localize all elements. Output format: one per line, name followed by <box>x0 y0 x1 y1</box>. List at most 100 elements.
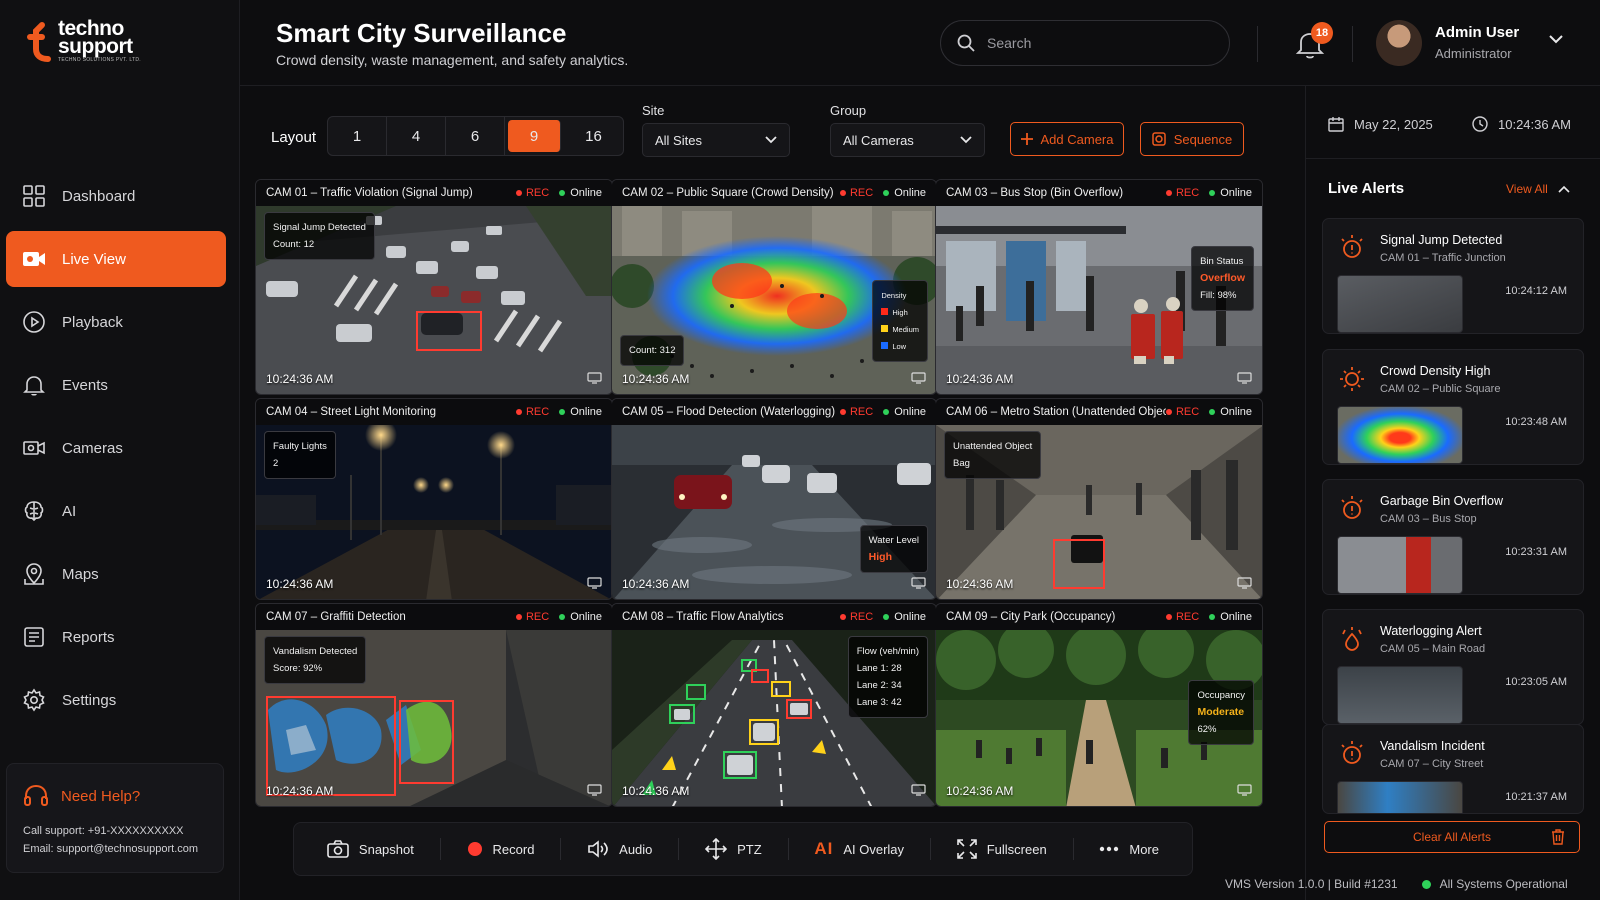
rec-indicator: REC <box>516 187 549 199</box>
ai-overlay-button[interactable]: AI AI Overlay <box>814 839 904 859</box>
sidebar-item-events[interactable]: Events <box>6 357 226 413</box>
monitor-icon[interactable] <box>911 577 926 589</box>
chevron-down-icon <box>960 136 972 144</box>
record-button[interactable]: Record <box>467 841 534 857</box>
camera-tile[interactable]: CAM 04 – Street Light Monitoring REC Onlin… <box>255 398 613 600</box>
sidebar-item-dashboard[interactable]: Dashboard <box>6 168 226 224</box>
sidebar-item-maps[interactable]: Maps <box>6 546 226 602</box>
sidebar-item-settings[interactable]: Settings <box>6 672 226 728</box>
monitor-icon[interactable] <box>587 372 602 384</box>
camera-header: CAM 09 – City Park (Occupancy) REC Online <box>936 604 1262 630</box>
brand-logo[interactable]: techno support TECHNO SOLUTIONS PVT. LTD… <box>26 18 141 64</box>
layout-option-4[interactable]: 4 <box>387 117 446 155</box>
layout-option-1[interactable]: 1 <box>328 117 387 155</box>
alert-item[interactable]: Signal Jump Detected CAM 01 – Traffic Ju… <box>1322 218 1584 334</box>
site-select[interactable]: All Sites <box>642 123 790 157</box>
online-indicator: Online <box>559 611 602 623</box>
camera-name: CAM 01 – Traffic Violation (Signal Jump) <box>266 187 473 199</box>
more-button[interactable]: More <box>1099 842 1159 857</box>
chevron-down-icon[interactable] <box>1548 34 1564 44</box>
help-email[interactable]: Email: support@technosupport.com <box>23 840 207 858</box>
overlay-info: Vandalism Detected Score: 92% <box>264 636 367 684</box>
sidebar-item-cameras[interactable]: Cameras <box>6 420 226 476</box>
search-box[interactable] <box>940 20 1230 66</box>
alert-siren-icon <box>1341 741 1363 764</box>
search-input[interactable] <box>987 35 1207 51</box>
camera-tile[interactable]: CAM 02 – Public Square (Crowd Density) RE… <box>611 179 937 395</box>
sidebar-item-label: Dashboard <box>62 187 136 205</box>
logo-tagline: TECHNO SOLUTIONS PVT. LTD. <box>58 57 141 63</box>
fullscreen-label: Fullscreen <box>986 841 1047 857</box>
user-role: Administrator <box>1435 46 1512 61</box>
add-camera-button[interactable]: Add Camera <box>1010 122 1124 156</box>
view-all-link[interactable]: View All <box>1506 182 1570 196</box>
online-indicator: Online <box>1209 406 1252 418</box>
fullscreen-button[interactable]: Fullscreen <box>956 839 1047 859</box>
layout-option-16[interactable]: 16 <box>564 117 623 155</box>
camera-tile[interactable]: CAM 03 – Bus Stop (Bin Overflow) REC Onlin… <box>935 179 1263 395</box>
alert-item[interactable]: Garbage Bin Overflow CAM 03 – Bus Stop 1… <box>1322 479 1584 595</box>
control-divider <box>1072 838 1074 860</box>
monitor-icon[interactable] <box>1237 577 1252 589</box>
headset-icon <box>24 784 48 806</box>
sequence-button[interactable]: Sequence <box>1140 122 1244 156</box>
monitor-icon[interactable] <box>587 784 602 796</box>
alert-time: 10:23:05 AM <box>1505 676 1567 688</box>
monitor-icon[interactable] <box>587 577 602 589</box>
sidebar-item-ai[interactable]: AI <box>6 483 226 539</box>
camera-name: CAM 07 – Graffiti Detection <box>266 611 406 623</box>
camera-tile[interactable]: CAM 06 – Metro Station (Unattended Objec… <box>935 398 1263 600</box>
camera-tile[interactable]: CAM 08 – Traffic Flow Analytics REC Online… <box>611 603 937 807</box>
avatar[interactable] <box>1376 20 1422 66</box>
speaker-icon <box>588 840 608 858</box>
help-card: Need Help? Call support: +91-XXXXXXXXXX … <box>6 763 224 873</box>
online-indicator: Online <box>883 611 926 623</box>
camera-header: CAM 04 – Street Light Monitoring REC Onlin… <box>256 399 612 425</box>
camera-tile[interactable]: CAM 09 – City Park (Occupancy) REC Online … <box>935 603 1263 807</box>
overlay-line: Fill: 98% <box>1200 290 1237 301</box>
camera-header: CAM 06 – Metro Station (Unattended Objec… <box>936 399 1262 425</box>
grid-icon <box>22 184 46 208</box>
overlay-info: Faulty Lights 2 <box>264 431 336 479</box>
group-select[interactable]: All Cameras <box>830 123 985 157</box>
camera-timestamp: 10:24:36 AM <box>946 372 1014 386</box>
overlay-line: Count: 312 <box>629 345 676 356</box>
alert-item[interactable]: Waterlogging Alert CAM 05 – Main Road 10… <box>1322 609 1584 725</box>
user-name[interactable]: Admin User <box>1435 24 1519 41</box>
alert-thumbnail <box>1337 781 1463 813</box>
view-toolbar: Layout 1 4 6 9 16 Site All Sites Group A… <box>240 86 1275 176</box>
sidebar-item-reports[interactable]: Reports <box>6 609 226 665</box>
help-title[interactable]: Need Help? <box>23 784 207 808</box>
monitor-icon[interactable] <box>911 372 926 384</box>
snapshot-button[interactable]: Snapshot <box>327 840 414 858</box>
layout-option-6[interactable]: 6 <box>446 117 505 155</box>
online-indicator: Online <box>883 406 926 418</box>
view-all-label: View All <box>1506 182 1548 196</box>
camera-tile[interactable]: CAM 01 – Traffic Violation (Signal Jump)… <box>255 179 613 395</box>
online-indicator: Online <box>559 187 602 199</box>
alert-item[interactable]: Vandalism Incident CAM 07 – City Street … <box>1322 724 1584 814</box>
ptz-button[interactable]: PTZ <box>705 838 762 860</box>
camera-tile[interactable]: CAM 07 – Graffiti Detection REC Online Van… <box>255 603 613 807</box>
camera-header: CAM 07 – Graffiti Detection REC Online <box>256 604 612 630</box>
camera-tile[interactable]: CAM 05 – Flood Detection (Waterlogging) R… <box>611 398 937 600</box>
alert-item[interactable]: Crowd Density High CAM 02 – Public Squar… <box>1322 349 1584 465</box>
monitor-icon[interactable] <box>1237 784 1252 796</box>
rec-indicator: REC <box>840 187 873 199</box>
control-divider <box>439 838 441 860</box>
current-time: 10:24:36 AM <box>1472 116 1571 132</box>
camera-feed: Unattended Object Bag <box>936 425 1262 599</box>
brain-icon <box>22 499 46 523</box>
overlay-line: 62% <box>1197 724 1217 735</box>
layout-option-9[interactable]: 9 <box>508 120 561 152</box>
sidebar-item-playback[interactable]: Playback <box>6 294 226 350</box>
monitor-icon[interactable] <box>911 784 926 796</box>
time-text: 10:24:36 AM <box>1498 116 1571 132</box>
clock-icon <box>1472 116 1488 132</box>
overlay-line: Vandalism Detected <box>273 646 358 657</box>
monitor-icon[interactable] <box>1237 372 1252 384</box>
sidebar-item-live-view[interactable]: Live View <box>6 231 226 287</box>
audio-button[interactable]: Audio <box>587 840 652 858</box>
alert-source: CAM 07 – City Street <box>1380 758 1484 770</box>
clear-alerts-button[interactable]: Clear All Alerts <box>1324 821 1580 853</box>
